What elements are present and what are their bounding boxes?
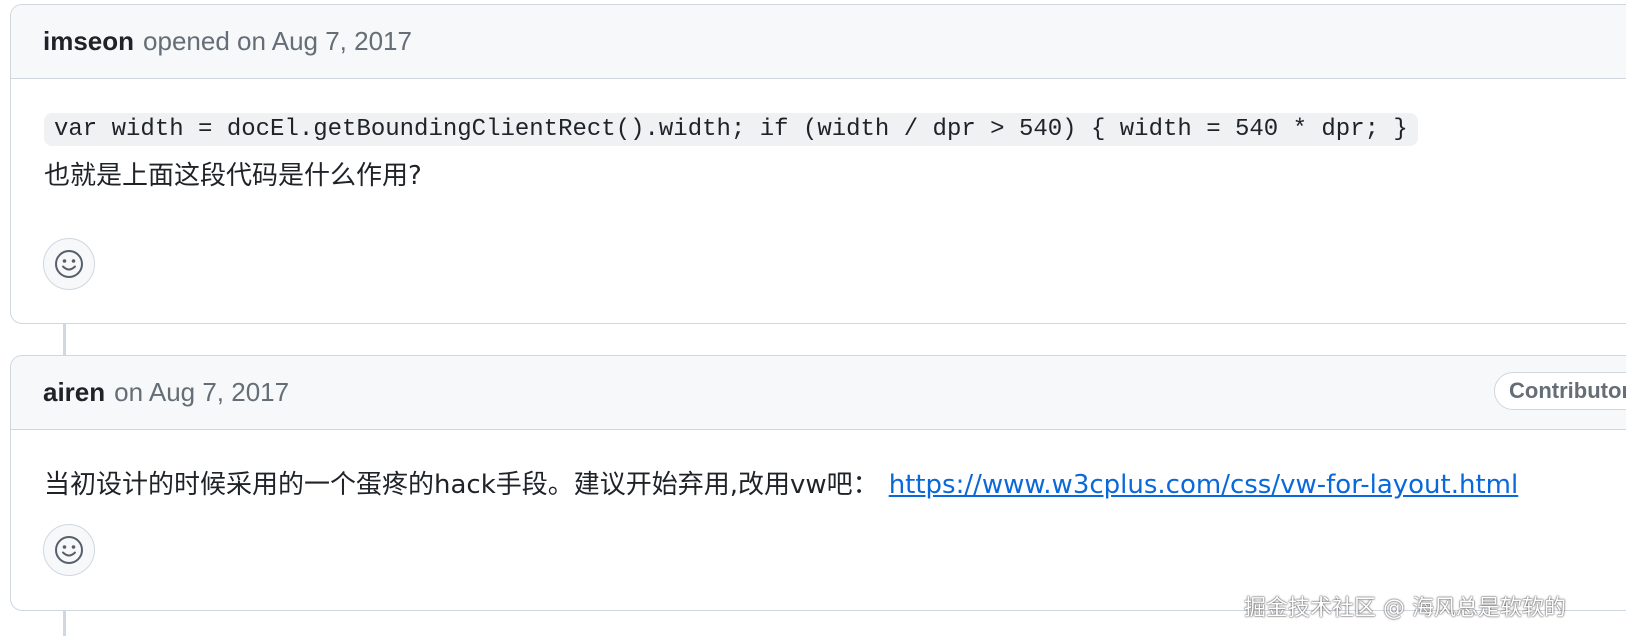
comment-body-text: 当初设计的时候采用的一个蛋疼的hack手段。建议开始弃用,改用vw吧： (44, 470, 879, 500)
add-reaction-button[interactable] (43, 524, 95, 576)
comment-header: imseon opened on Aug 7, 2017 (11, 5, 1626, 79)
issue-comment: imseon opened on Aug 7, 2017 var width =… (10, 4, 1626, 324)
watermark: 掘金技术社区 @ 海风总是软软的 (1244, 596, 1566, 621)
comment-link[interactable]: https://www.w3cplus.com/css/vw-for-layou… (889, 470, 1519, 500)
comment-author[interactable]: airen (43, 377, 105, 408)
smiley-icon (55, 250, 83, 278)
comment-body: 也就是上面这段代码是什么作用? (44, 161, 422, 191)
comment-timestamp[interactable]: on Aug 7, 2017 (114, 377, 289, 408)
timeline-connector (63, 611, 66, 636)
issue-comment: airen on Aug 7, 2017 Contributor 当初设计的时候… (10, 355, 1626, 611)
comment-author[interactable]: imseon (43, 26, 134, 57)
comment-body: 当初设计的时候采用的一个蛋疼的hack手段。建议开始弃用,改用vw吧： https… (44, 464, 1518, 501)
add-reaction-button[interactable] (43, 238, 95, 290)
comment-header: airen on Aug 7, 2017 Contributor (11, 356, 1626, 430)
contributor-badge: Contributor (1494, 372, 1626, 410)
smiley-icon (55, 536, 83, 564)
timeline-connector (63, 324, 66, 355)
inline-code: var width = docEl.getBoundingClientRect(… (44, 113, 1418, 146)
comment-timestamp[interactable]: opened on Aug 7, 2017 (143, 26, 412, 57)
